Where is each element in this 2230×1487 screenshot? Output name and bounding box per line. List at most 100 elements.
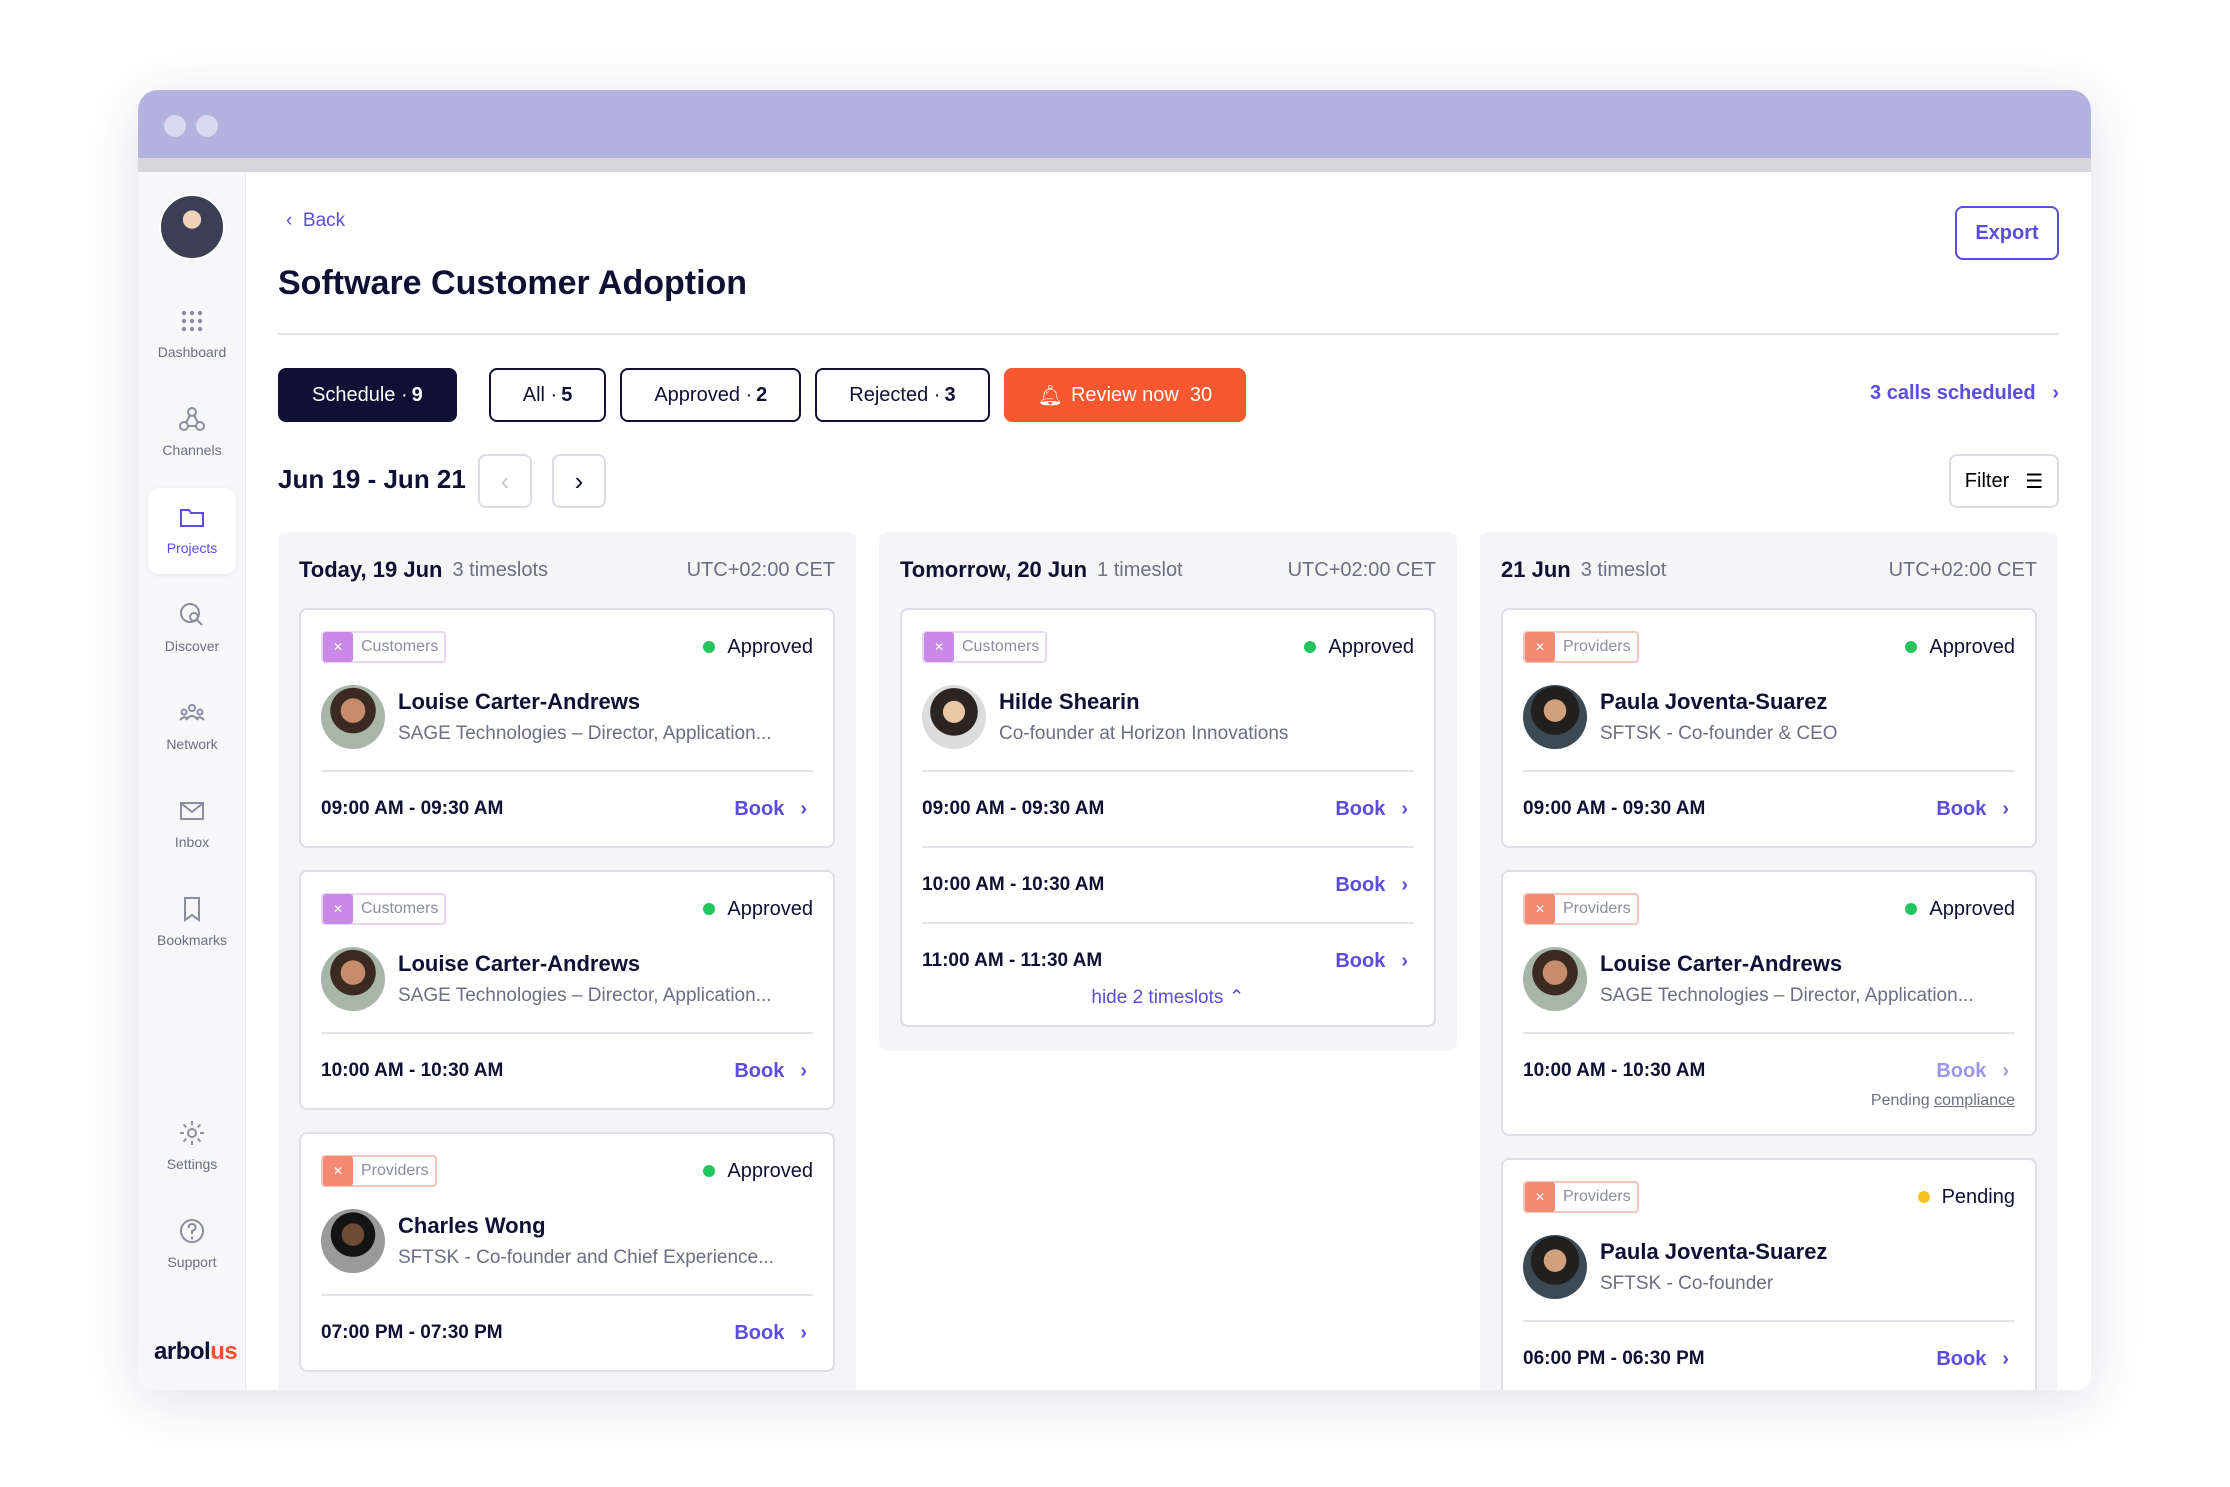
day-label: 21 Jun bbox=[1501, 557, 1571, 582]
chevron-right-icon: › bbox=[2002, 1347, 2009, 1370]
book-button[interactable]: Book › bbox=[1936, 1060, 2009, 1083]
expert-role: SAGE Technologies – Director, Applicatio… bbox=[398, 985, 772, 1006]
bookmark-icon bbox=[184, 897, 200, 922]
sidebar-item-label: Discover bbox=[164, 638, 220, 654]
expert-name: Charles Wong bbox=[398, 1213, 546, 1238]
sidebar-item-label: Network bbox=[166, 736, 218, 752]
expert-card[interactable]: ✕ Customers Approved Louise Carter-Andrew… bbox=[299, 870, 835, 1110]
window-dot[interactable] bbox=[164, 115, 186, 137]
expert-card[interactable]: ✕ Providers Pending Paula Joventa-Suarez S… bbox=[1501, 1158, 2037, 1390]
gear-icon bbox=[180, 1121, 204, 1145]
status-badge: Approved bbox=[703, 636, 813, 659]
window-dot[interactable] bbox=[196, 115, 218, 137]
back-link[interactable]: ‹ Back bbox=[286, 210, 345, 232]
export-button[interactable]: Export bbox=[1955, 206, 2059, 260]
day-header: 21 Jun 3 timeslot UTC+02:00 CET bbox=[1501, 532, 2037, 608]
sidebar-item-support[interactable]: Support bbox=[148, 1202, 236, 1288]
book-button[interactable]: Book › bbox=[1335, 874, 1408, 897]
hide-timeslots-link[interactable]: hide 2 timeslots ⌃ bbox=[922, 982, 1414, 1025]
sidebar-item-settings[interactable]: Settings bbox=[148, 1104, 236, 1190]
timeslot-row: 09:00 AM - 09:30 AM Book › bbox=[1523, 770, 2015, 846]
sidebar-item-inbox[interactable]: Inbox bbox=[148, 782, 236, 868]
day-column: 21 Jun 3 timeslot UTC+02:00 CET ✕ Provide… bbox=[1480, 532, 2058, 1390]
timeslot-row: 10:00 AM - 10:30 AM Book › bbox=[922, 846, 1414, 922]
segment-chip: ✕ Customers bbox=[922, 631, 1048, 663]
tab-rejected[interactable]: Rejected · 3 bbox=[815, 368, 990, 422]
pending-compliance-note: Pending compliance bbox=[1870, 1092, 2015, 1109]
book-button[interactable]: Book › bbox=[1335, 950, 1408, 973]
status-badge: Pending bbox=[1917, 1186, 2015, 1209]
day-column: Today, 19 Jun 3 timeslots UTC+02:00 CET … bbox=[278, 532, 856, 1390]
status-badge: Approved bbox=[1905, 636, 2015, 659]
expert-card[interactable]: ✕ Providers Approved Louise Carter-Andrew… bbox=[1501, 870, 2037, 1136]
expert-card[interactable]: ✕ Providers Approved Paula Joventa-Suarez… bbox=[1501, 608, 2037, 848]
segment-icon: ✕ bbox=[1525, 1182, 1555, 1212]
compliance-link[interactable]: compliance bbox=[1934, 1092, 2015, 1109]
status-dot bbox=[703, 1165, 716, 1177]
status-dot bbox=[1917, 1191, 1930, 1203]
expert-name: Louise Carter-Andrews bbox=[398, 689, 641, 714]
sidebar-item-projects[interactable]: Projects bbox=[148, 488, 236, 574]
timeslot-row: 09:00 AM - 09:30 AM Book › bbox=[922, 770, 1414, 846]
status-badge: Approved bbox=[703, 1160, 813, 1183]
chevron-right-icon: › bbox=[1401, 797, 1408, 820]
tab-schedule[interactable]: Schedule · 9 bbox=[278, 368, 457, 422]
segment-icon: ✕ bbox=[1525, 894, 1555, 924]
expert-name: Paula Joventa-Suarez bbox=[1600, 689, 1828, 714]
globe-search-icon bbox=[180, 603, 203, 626]
book-button[interactable]: Book › bbox=[1936, 798, 2009, 821]
bell-icon: 🔔︎ bbox=[1037, 384, 1063, 407]
review-now-button[interactable]: 🔔︎ Review now 30 bbox=[1003, 368, 1247, 422]
next-week-button[interactable]: › bbox=[552, 454, 606, 508]
chevron-left-icon: ‹ bbox=[500, 465, 510, 496]
date-range: Jun 19 - Jun 21 bbox=[278, 464, 466, 494]
user-avatar[interactable] bbox=[159, 194, 225, 260]
sidebar-item-dashboard[interactable]: Dashboard bbox=[148, 292, 236, 378]
expert-name: Louise Carter-Andrews bbox=[398, 951, 641, 976]
channels-icon bbox=[179, 407, 205, 431]
book-button[interactable]: Book › bbox=[734, 798, 807, 821]
prev-week-button[interactable]: ‹ bbox=[478, 454, 532, 508]
sidebar-item-discover[interactable]: Discover bbox=[148, 586, 236, 672]
expert-role: SAGE Technologies – Director, Applicatio… bbox=[398, 723, 772, 744]
expert-name: Louise Carter-Andrews bbox=[1600, 951, 1843, 976]
expert-card[interactable]: ✕ Customers Approved Louise Carter-Andrew… bbox=[299, 608, 835, 848]
chevron-right-icon: › bbox=[800, 1059, 807, 1082]
book-button[interactable]: Book › bbox=[1335, 798, 1408, 821]
sidebar-item-channels[interactable]: Channels bbox=[148, 390, 236, 476]
book-button[interactable]: Book › bbox=[1936, 1348, 2009, 1371]
chevron-right-icon: › bbox=[800, 797, 807, 820]
segment-chip: ✕ Customers bbox=[321, 893, 447, 925]
sidebar-item-label: Support bbox=[167, 1254, 217, 1270]
sidebar-item-label: Projects bbox=[166, 540, 218, 556]
expert-card[interactable]: ✕ Providers Approved Charles Wong SFTSK - … bbox=[299, 1132, 835, 1372]
chevron-right-icon: › bbox=[1401, 949, 1408, 972]
calls-scheduled-link[interactable]: 3 calls scheduled › bbox=[1870, 382, 2059, 405]
page-title: Software Customer Adoption bbox=[278, 264, 748, 302]
mail-icon bbox=[180, 802, 204, 820]
grid-icon bbox=[181, 310, 203, 332]
book-button[interactable]: Book › bbox=[734, 1322, 807, 1345]
chevron-right-icon: › bbox=[2052, 382, 2059, 404]
sidebar-item-network[interactable]: Network bbox=[148, 684, 236, 770]
tab-approved[interactable]: Approved · 2 bbox=[620, 368, 802, 422]
expert-role: Co-founder at Horizon Innovations bbox=[999, 723, 1289, 744]
avatar bbox=[1523, 1235, 1587, 1299]
avatar bbox=[1523, 947, 1587, 1011]
status-dot bbox=[1304, 641, 1317, 653]
sidebar-item-label: Settings bbox=[166, 1156, 218, 1172]
chevron-right-icon: › bbox=[574, 465, 584, 496]
filter-icon: ☰ bbox=[2025, 470, 2044, 493]
segment-icon: ✕ bbox=[1525, 632, 1555, 662]
day-label: Today, 19 Jun bbox=[299, 557, 443, 582]
sidebar-item-bookmarks[interactable]: Bookmarks bbox=[148, 880, 236, 966]
segment-icon: ✕ bbox=[323, 894, 353, 924]
filter-button[interactable]: Filter ☰ bbox=[1949, 454, 2059, 508]
segment-icon: ✕ bbox=[323, 1156, 353, 1186]
header-divider bbox=[278, 333, 2059, 335]
expert-card[interactable]: ✕ Customers Approved Hilde Shearin Co-foun… bbox=[900, 608, 1436, 1027]
sidebar-item-label: Bookmarks bbox=[156, 932, 228, 948]
status-dot bbox=[1905, 641, 1918, 653]
book-button[interactable]: Book › bbox=[734, 1060, 807, 1083]
tab-all[interactable]: All · 5 bbox=[488, 368, 607, 422]
